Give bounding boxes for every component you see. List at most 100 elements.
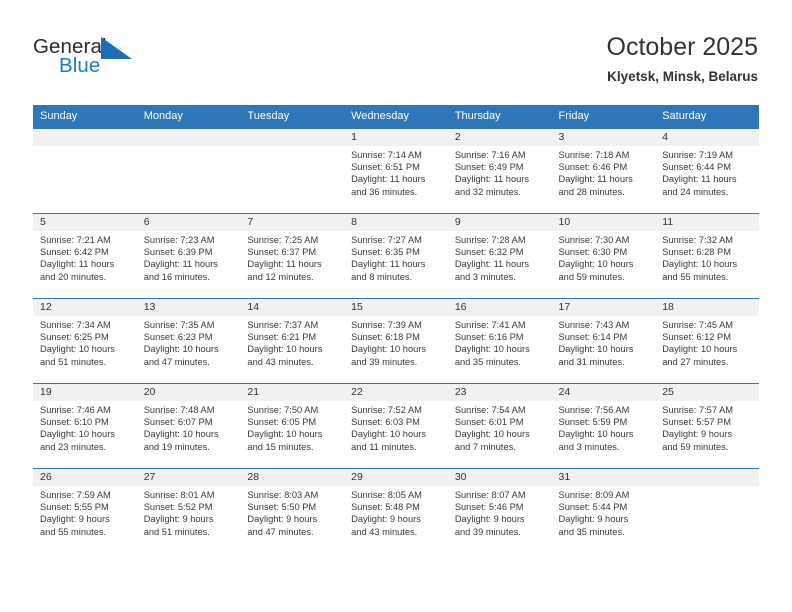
calendar-day-cell[interactable]: 12 Sunrise: 7:34 AM Sunset: 6:25 PM Dayligh… (33, 298, 137, 384)
daylight-text: and 39 minutes. (351, 356, 418, 367)
daylight-text: Daylight: 10 hours (247, 429, 323, 440)
sunset-text: Sunset: 6:03 PM (351, 417, 420, 428)
calendar-day-cell[interactable]: 17 Sunrise: 7:43 AM Sunset: 6:14 PM Dayligh… (551, 298, 656, 384)
sunset-text: Sunset: 6:18 PM (351, 332, 420, 343)
calendar-day-cell[interactable]: 23 Sunrise: 7:54 AM Sunset: 6:01 PM Dayligh… (447, 383, 552, 469)
weekday-header-sunday: Sunday (33, 105, 137, 129)
sunrise-text: Sunrise: 7:37 AM (247, 320, 319, 330)
calendar-day-cell[interactable]: 8 Sunrise: 7:27 AM Sunset: 6:35 PM Daylight… (344, 213, 448, 299)
title-block: October 2025 Klyetsk, Minsk, Belarus (607, 32, 759, 85)
sunset-text: Sunset: 6:30 PM (558, 247, 628, 258)
daylight-text: and 47 minutes. (247, 526, 314, 537)
day-number: 6 (136, 214, 241, 231)
day-number: 14 (240, 299, 345, 316)
calendar-day-cell[interactable]: 14 Sunrise: 7:37 AM Sunset: 6:21 PM Dayligh… (240, 298, 345, 384)
calendar-day-cell[interactable]: 4 Sunrise: 7:19 AM Sunset: 6:44 PM Daylight… (655, 128, 759, 214)
calendar-day-cell[interactable]: 19 Sunrise: 7:46 AM Sunset: 6:10 PM Dayligh… (33, 383, 137, 469)
sunrise-text: Sunrise: 8:01 AM (143, 490, 215, 500)
calendar-day-cell[interactable]: 6 Sunrise: 7:23 AM Sunset: 6:39 PM Daylight… (136, 213, 241, 299)
day-details: Sunrise: 7:41 AM Sunset: 6:16 PM Daylight:… (448, 316, 552, 368)
calendar-week-row: 26 Sunrise: 7:59 AM Sunset: 5:55 PM Dayligh… (33, 468, 759, 553)
daylight-text: and 20 minutes. (40, 271, 107, 282)
day-number: 26 (33, 469, 137, 486)
calendar-week-row: 5 Sunrise: 7:21 AM Sunset: 6:42 PM Daylight… (33, 213, 759, 299)
day-number: 19 (33, 384, 137, 401)
sunrise-text: Sunrise: 7:39 AM (351, 320, 422, 330)
calendar-day-cell[interactable]: 16 Sunrise: 7:41 AM Sunset: 6:16 PM Dayligh… (447, 298, 552, 384)
sunset-text: Sunset: 5:48 PM (351, 502, 420, 513)
sunrise-text: Sunrise: 7:30 AM (558, 235, 630, 245)
sunrise-text: Sunrise: 7:28 AM (454, 235, 526, 245)
calendar-day-cell[interactable]: 24 Sunrise: 7:56 AM Sunset: 5:59 PM Dayligh… (551, 383, 656, 469)
daylight-text: and 8 minutes. (351, 271, 413, 282)
sunrise-text: Sunrise: 7:48 AM (143, 405, 215, 415)
day-cell-inner: 24 Sunrise: 7:56 AM Sunset: 5:59 PM Dayligh… (551, 384, 656, 468)
weekday-header-friday: Friday (551, 105, 656, 129)
daylight-text: Daylight: 10 hours (454, 429, 530, 440)
weekday-header-tuesday: Tuesday (240, 105, 345, 129)
calendar-day-cell[interactable]: 3 Sunrise: 7:18 AM Sunset: 6:46 PM Daylight… (551, 128, 656, 214)
sunset-text: Sunset: 5:59 PM (558, 417, 628, 428)
calendar-day-cell[interactable]: 1 Sunrise: 7:14 AM Sunset: 6:51 PM Daylight… (344, 128, 448, 214)
daylight-text: Daylight: 11 hours (454, 174, 530, 185)
calendar-day-cell[interactable]: 26 Sunrise: 7:59 AM Sunset: 5:55 PM Dayligh… (33, 468, 137, 553)
daylight-text: and 35 minutes. (558, 526, 625, 537)
calendar-day-cell[interactable]: 25 Sunrise: 7:57 AM Sunset: 5:57 PM Dayligh… (655, 383, 759, 469)
calendar-day-cell[interactable]: 21 Sunrise: 7:50 AM Sunset: 6:05 PM Dayligh… (240, 383, 345, 469)
calendar-day-cell[interactable]: 28 Sunrise: 8:03 AM Sunset: 5:50 PM Dayligh… (240, 468, 345, 553)
calendar-day-cell[interactable]: 30 Sunrise: 8:07 AM Sunset: 5:46 PM Dayligh… (447, 468, 552, 553)
daylight-text: Daylight: 9 hours (247, 514, 318, 525)
calendar-day-cell[interactable]: 22 Sunrise: 7:52 AM Sunset: 6:03 PM Dayligh… (344, 383, 448, 469)
calendar-day-cell[interactable]: 20 Sunrise: 7:48 AM Sunset: 6:07 PM Dayligh… (136, 383, 241, 469)
day-details: Sunrise: 7:25 AM Sunset: 6:37 PM Daylight:… (240, 231, 344, 283)
brand-logo[interactable]: General Blue (33, 36, 233, 86)
calendar-page: General Blue October 2025 Klyetsk, Minsk… (0, 0, 792, 612)
calendar-day-cell-empty (240, 128, 345, 214)
day-details: Sunrise: 7:28 AM Sunset: 6:32 PM Daylight:… (448, 231, 552, 283)
day-number: 11 (655, 214, 759, 231)
daylight-text: Daylight: 11 hours (40, 259, 115, 270)
daylight-text: Daylight: 11 hours (454, 259, 530, 270)
daylight-text: and 24 minutes. (662, 186, 729, 197)
day-cell-inner: 14 Sunrise: 7:37 AM Sunset: 6:21 PM Dayligh… (240, 299, 345, 383)
daylight-text: Daylight: 9 hours (662, 429, 732, 440)
calendar-day-cell[interactable]: 13 Sunrise: 7:35 AM Sunset: 6:23 PM Dayligh… (136, 298, 241, 384)
sunset-text: Sunset: 5:52 PM (143, 502, 213, 513)
calendar-day-cell[interactable]: 18 Sunrise: 7:45 AM Sunset: 6:12 PM Dayligh… (655, 298, 759, 384)
daylight-text: Daylight: 10 hours (454, 344, 530, 355)
calendar-day-cell[interactable]: 5 Sunrise: 7:21 AM Sunset: 6:42 PM Daylight… (33, 213, 137, 299)
day-number: 18 (655, 299, 759, 316)
calendar-day-cell[interactable]: 27 Sunrise: 8:01 AM Sunset: 5:52 PM Dayligh… (136, 468, 241, 553)
sunrise-text: Sunrise: 7:50 AM (247, 405, 319, 415)
daylight-text: and 51 minutes. (40, 356, 107, 367)
daylight-text: Daylight: 10 hours (247, 344, 323, 355)
calendar-day-cell[interactable]: 7 Sunrise: 7:25 AM Sunset: 6:37 PM Daylight… (240, 213, 345, 299)
day-cell-inner: 30 Sunrise: 8:07 AM Sunset: 5:46 PM Dayligh… (447, 469, 552, 553)
calendar-day-cell[interactable]: 11 Sunrise: 7:32 AM Sunset: 6:28 PM Dayligh… (655, 213, 759, 299)
day-details: Sunrise: 7:18 AM Sunset: 6:46 PM Daylight:… (552, 146, 656, 198)
day-cell-inner: 1 Sunrise: 7:14 AM Sunset: 6:51 PM Daylight… (344, 129, 448, 213)
daylight-text: Daylight: 11 hours (247, 259, 322, 270)
sunset-text: Sunset: 6:49 PM (454, 162, 524, 173)
day-cell-inner: 11 Sunrise: 7:32 AM Sunset: 6:28 PM Dayligh… (655, 214, 759, 298)
calendar-day-cell[interactable]: 9 Sunrise: 7:28 AM Sunset: 6:32 PM Daylight… (447, 213, 552, 299)
weekday-header-monday: Monday (136, 105, 241, 129)
daylight-text: and 55 minutes. (662, 271, 729, 282)
day-cell-inner: 2 Sunrise: 7:16 AM Sunset: 6:49 PM Daylight… (447, 129, 552, 213)
daylight-text: and 55 minutes. (40, 526, 107, 537)
day-number: 20 (136, 384, 241, 401)
calendar-day-cell[interactable]: 31 Sunrise: 8:09 AM Sunset: 5:44 PM Dayligh… (551, 468, 656, 553)
day-details: Sunrise: 7:39 AM Sunset: 6:18 PM Daylight:… (344, 316, 448, 368)
calendar-day-cell[interactable]: 2 Sunrise: 7:16 AM Sunset: 6:49 PM Daylight… (447, 128, 552, 214)
calendar-day-cell[interactable]: 15 Sunrise: 7:39 AM Sunset: 6:18 PM Dayligh… (344, 298, 448, 384)
sunset-text: Sunset: 6:05 PM (247, 417, 317, 428)
weekday-header-thursday: Thursday (447, 105, 552, 129)
day-cell-inner: 8 Sunrise: 7:27 AM Sunset: 6:35 PM Daylight… (344, 214, 448, 298)
sunset-text: Sunset: 6:44 PM (662, 162, 731, 173)
day-details: Sunrise: 7:56 AM Sunset: 5:59 PM Daylight:… (552, 401, 656, 453)
day-number: 24 (551, 384, 656, 401)
sunrise-text: Sunrise: 7:16 AM (454, 150, 526, 160)
daylight-text: Daylight: 9 hours (143, 514, 214, 525)
calendar-day-cell[interactable]: 10 Sunrise: 7:30 AM Sunset: 6:30 PM Dayligh… (551, 213, 656, 299)
calendar-day-cell[interactable]: 29 Sunrise: 8:05 AM Sunset: 5:48 PM Dayligh… (344, 468, 448, 553)
